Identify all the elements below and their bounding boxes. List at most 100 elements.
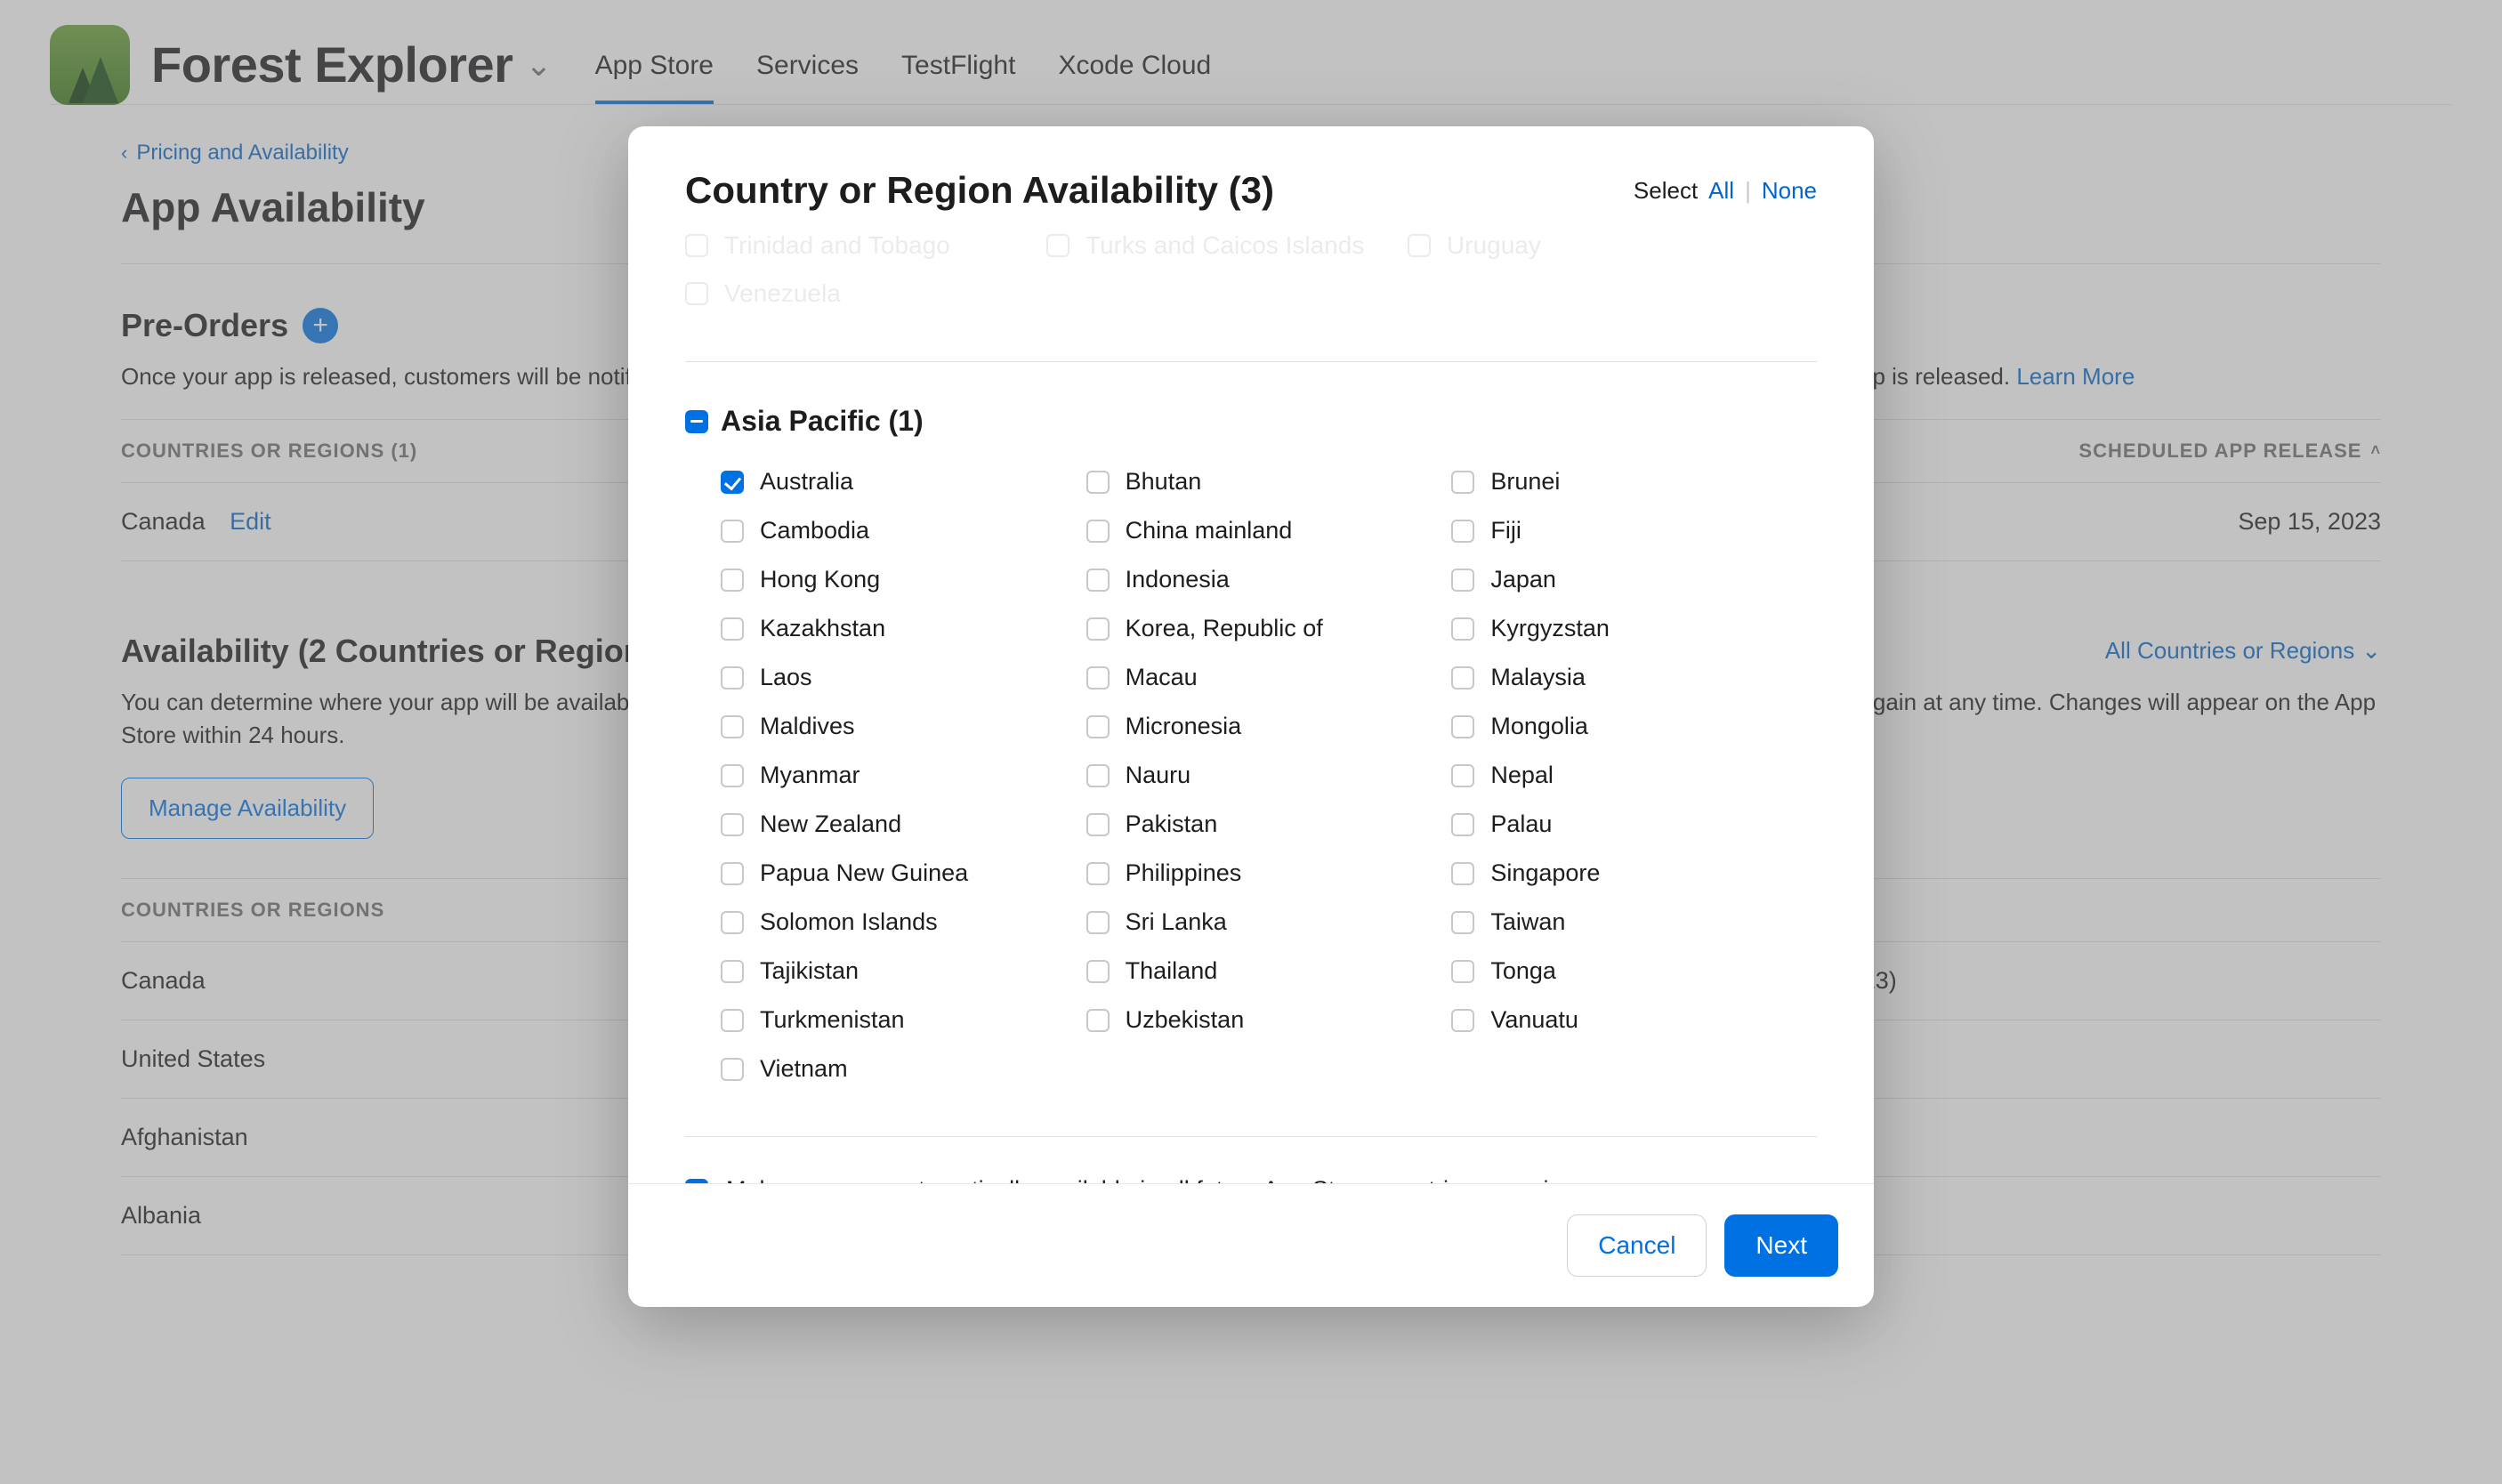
select-label: Select: [1634, 177, 1698, 205]
country-option-palau[interactable]: Palau: [1451, 811, 1817, 838]
country-option-singapore[interactable]: Singapore: [1451, 859, 1817, 887]
checkbox[interactable]: [1451, 1009, 1474, 1032]
country-option-taiwan[interactable]: Taiwan: [1451, 908, 1817, 936]
country-option-solomon-islands[interactable]: Solomon Islands: [721, 908, 1086, 936]
checkbox[interactable]: [1086, 471, 1110, 494]
checkbox[interactable]: [721, 666, 744, 690]
country-option-papua-new-guinea[interactable]: Papua New Guinea: [721, 859, 1086, 887]
modal-scroll-area[interactable]: Trinidad and Tobago Turks and Caicos Isl…: [628, 222, 1874, 1183]
country-option-thailand[interactable]: Thailand: [1086, 957, 1452, 985]
checkbox[interactable]: [721, 862, 744, 885]
country-label: Sri Lanka: [1126, 908, 1227, 936]
checkbox[interactable]: [721, 1058, 744, 1081]
country-label: Malaysia: [1490, 664, 1586, 691]
country-label: Macau: [1126, 664, 1198, 691]
country-option-new-zealand[interactable]: New Zealand: [721, 811, 1086, 838]
country-label: Nepal: [1490, 762, 1554, 789]
country-option-macau[interactable]: Macau: [1086, 664, 1452, 691]
select-all-link[interactable]: All: [1708, 177, 1734, 205]
country-option-hong-kong[interactable]: Hong Kong: [721, 566, 1086, 593]
checkbox[interactable]: [721, 764, 744, 787]
checkbox[interactable]: [1086, 911, 1110, 934]
country-label: Tajikistan: [760, 957, 859, 985]
country-option-bhutan[interactable]: Bhutan: [1086, 468, 1452, 496]
checkbox[interactable]: [721, 715, 744, 738]
checkbox[interactable]: [721, 1009, 744, 1032]
country-label: New Zealand: [760, 811, 901, 838]
country-option-australia[interactable]: Australia: [721, 468, 1086, 496]
checkbox[interactable]: [721, 911, 744, 934]
checkbox[interactable]: [1451, 813, 1474, 836]
country-option-nauru[interactable]: Nauru: [1086, 762, 1452, 789]
country-option-sri-lanka[interactable]: Sri Lanka: [1086, 908, 1452, 936]
country-option-indonesia[interactable]: Indonesia: [1086, 566, 1452, 593]
checkbox[interactable]: [721, 569, 744, 592]
auto-future-checkbox[interactable]: [685, 1179, 708, 1184]
country-option-turkmenistan[interactable]: Turkmenistan: [721, 1006, 1086, 1034]
select-none-link[interactable]: None: [1762, 177, 1817, 205]
country-option-cambodia[interactable]: Cambodia: [721, 517, 1086, 544]
country-label: Myanmar: [760, 762, 860, 789]
country-label: Philippines: [1126, 859, 1242, 887]
country-option-vietnam[interactable]: Vietnam: [721, 1055, 1086, 1083]
country-option-philippines[interactable]: Philippines: [1086, 859, 1452, 887]
country-option-brunei[interactable]: Brunei: [1451, 468, 1817, 496]
country-label: Nauru: [1126, 762, 1191, 789]
country-option-japan[interactable]: Japan: [1451, 566, 1817, 593]
checkbox[interactable]: [1086, 960, 1110, 983]
country-option-pakistan[interactable]: Pakistan: [1086, 811, 1452, 838]
checkbox[interactable]: [721, 960, 744, 983]
country-option-uzbekistan[interactable]: Uzbekistan: [1086, 1006, 1452, 1034]
country-option-laos[interactable]: Laos: [721, 664, 1086, 691]
checkbox[interactable]: [1451, 471, 1474, 494]
checkbox[interactable]: [1086, 764, 1110, 787]
checkbox[interactable]: [1086, 617, 1110, 641]
checkbox[interactable]: [1451, 520, 1474, 543]
country-option-myanmar[interactable]: Myanmar: [721, 762, 1086, 789]
country-option-tajikistan[interactable]: Tajikistan: [721, 957, 1086, 985]
country-option-fiji[interactable]: Fiji: [1451, 517, 1817, 544]
checkbox[interactable]: [1451, 764, 1474, 787]
checkbox[interactable]: [721, 471, 744, 494]
country-option-nepal[interactable]: Nepal: [1451, 762, 1817, 789]
next-button[interactable]: Next: [1724, 1214, 1838, 1277]
country-option-korea-republic-of[interactable]: Korea, Republic of: [1086, 615, 1452, 642]
cancel-button[interactable]: Cancel: [1567, 1214, 1707, 1277]
checkbox[interactable]: [721, 520, 744, 543]
country-label: Tonga: [1490, 957, 1556, 985]
checkbox[interactable]: [1451, 569, 1474, 592]
checkbox[interactable]: [1086, 520, 1110, 543]
country-option-kyrgyzstan[interactable]: Kyrgyzstan: [1451, 615, 1817, 642]
checkbox[interactable]: [1451, 715, 1474, 738]
checkbox[interactable]: [721, 617, 744, 641]
country-option-malaysia[interactable]: Malaysia: [1451, 664, 1817, 691]
checkbox[interactable]: [1451, 666, 1474, 690]
country-label: Indonesia: [1126, 566, 1230, 593]
country-label: Mongolia: [1490, 713, 1588, 740]
country-option-micronesia[interactable]: Micronesia: [1086, 713, 1452, 740]
checkbox[interactable]: [1451, 911, 1474, 934]
country-option-kazakhstan[interactable]: Kazakhstan: [721, 615, 1086, 642]
checkbox[interactable]: [1086, 569, 1110, 592]
country-option-tonga[interactable]: Tonga: [1451, 957, 1817, 985]
checkbox[interactable]: [1451, 960, 1474, 983]
country-label: Solomon Islands: [760, 908, 938, 936]
country-option-china-mainland[interactable]: China mainland: [1086, 517, 1452, 544]
country-option-vanuatu[interactable]: Vanuatu: [1451, 1006, 1817, 1034]
checkbox[interactable]: [1086, 1009, 1110, 1032]
region-checkbox-asia-pacific[interactable]: [685, 410, 708, 433]
country-label: Micronesia: [1126, 713, 1242, 740]
checkbox[interactable]: [1451, 617, 1474, 641]
checkbox[interactable]: [1086, 666, 1110, 690]
country-label: Hong Kong: [760, 566, 880, 593]
checkbox[interactable]: [1086, 715, 1110, 738]
country-label: Laos: [760, 664, 812, 691]
country-label: Uzbekistan: [1126, 1006, 1245, 1034]
checkbox[interactable]: [1451, 862, 1474, 885]
checkbox[interactable]: [1086, 813, 1110, 836]
country-option-maldives[interactable]: Maldives: [721, 713, 1086, 740]
country-label: Japan: [1490, 566, 1556, 593]
checkbox[interactable]: [1086, 862, 1110, 885]
country-option-mongolia[interactable]: Mongolia: [1451, 713, 1817, 740]
checkbox[interactable]: [721, 813, 744, 836]
